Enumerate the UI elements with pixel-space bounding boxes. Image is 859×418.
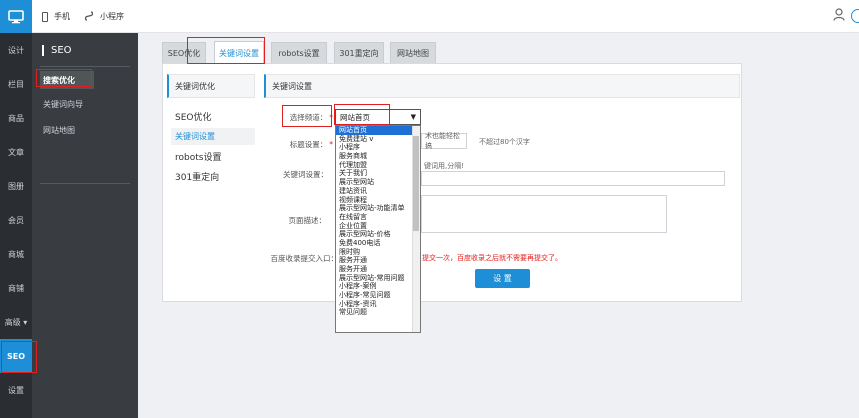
keyword-hint: 键词用,分隔! <box>424 162 465 170</box>
dropdown-option[interactable]: 企业位置 <box>336 222 420 231</box>
panel-left-menu: 关键词优化 SEO优化 关键词设置 robots设置 301重定向 <box>167 74 255 183</box>
keyword-label: 关键词设置： <box>283 170 328 179</box>
panel-left-item-seo[interactable]: SEO优化 <box>171 108 211 125</box>
panel-right-form: 关键词设置 <box>264 74 740 98</box>
tab-robots-settings[interactable]: robots设置 <box>271 42 327 64</box>
subnav-divider-bottom <box>40 183 130 184</box>
baidu-submit-label: 百度收录提交入口： <box>270 254 339 263</box>
dropdown-option[interactable]: 展示型网站 <box>336 178 420 187</box>
nav-item-albums[interactable]: 图册 <box>0 169 32 203</box>
tab-keyword-settings[interactable]: 关键词设置 <box>214 41 264 65</box>
main-content: SEO优化 关键词设置 robots设置 301重定向 网站地图 关键词优化 S… <box>138 33 859 418</box>
nav-item-settings[interactable]: 设置 <box>0 373 32 407</box>
dropdown-option[interactable]: 服务商城 <box>336 152 420 161</box>
monitor-icon[interactable] <box>0 0 32 33</box>
panel-left-item-301[interactable]: 301重定向 <box>171 168 219 185</box>
dropdown-option[interactable]: 小程序-常见问题 <box>336 291 420 300</box>
dropdown-option[interactable]: 视频课程 <box>336 196 420 205</box>
panel-right-header: 关键词设置 <box>264 74 740 98</box>
nav-item-advanced[interactable]: 高级 ▾ <box>0 305 32 339</box>
dropdown-option[interactable]: 展示型网站-常用问题 <box>336 274 420 283</box>
channel-label: 选择频道： * <box>289 113 333 122</box>
help-icon[interactable] <box>851 8 859 23</box>
dropdown-option[interactable]: 常见问题 <box>336 308 420 317</box>
keyword-input[interactable] <box>421 171 725 186</box>
phone-icon <box>42 11 48 22</box>
mini-program-icon <box>84 10 94 23</box>
tab-seo-optimization[interactable]: SEO优化 <box>162 42 206 64</box>
channel-dropdown[interactable]: 网站首页 免费建站 v 小程序 服务商城 代理加盟 关于我们 展示型网站 建站资… <box>335 125 421 333</box>
tab-sitemap[interactable]: 网站地图 <box>390 42 436 64</box>
title-input[interactable]: 术也能轻松搞 <box>421 132 467 150</box>
subnav-item-search-optimization[interactable]: 搜索优化 <box>40 71 94 89</box>
dropdown-option[interactable]: 建站资讯 <box>336 187 420 196</box>
dropdown-option[interactable]: 展示型网站-功能清单 <box>336 204 420 213</box>
subnav-item-keyword-wizard[interactable]: 关键词向导 <box>40 95 83 113</box>
tab-mobile[interactable]: 手机 <box>42 0 70 33</box>
nav-item-members[interactable]: 会员 <box>0 203 32 237</box>
dropdown-option[interactable]: 免费400电话 <box>336 239 420 248</box>
main-nav: 设计 栏目 商品 文章 图册 会员 商城 商铺 高级 ▾ SEO 设置 <box>0 33 32 418</box>
description-textarea[interactable] <box>421 195 667 233</box>
chevron-down-icon: ▼ <box>410 113 416 121</box>
title-label: 标题设置： * <box>289 140 333 149</box>
nav-item-design[interactable]: 设计 <box>0 33 32 67</box>
dropdown-option[interactable]: 小程序-案例 <box>336 282 420 291</box>
nav-item-seo[interactable]: SEO <box>0 339 32 373</box>
user-icon[interactable] <box>833 8 845 23</box>
dropdown-option[interactable]: 代理加盟 <box>336 161 420 170</box>
dropdown-option[interactable]: 在线留言 <box>336 213 420 222</box>
nav-item-mall[interactable]: 商城 <box>0 237 32 271</box>
dropdown-scrollbar[interactable] <box>412 126 420 332</box>
tab-301-redirect[interactable]: 301重定向 <box>334 42 384 64</box>
channel-select[interactable]: 网站首页 ▼ <box>335 109 421 125</box>
submit-button[interactable]: 设 置 <box>475 269 530 288</box>
title-hint: 不超过80个汉字 <box>479 138 530 146</box>
dropdown-option[interactable]: 服务开通 <box>336 256 420 265</box>
dropdown-option[interactable]: 展示型网站-价格 <box>336 230 420 239</box>
subnav-divider <box>40 66 130 67</box>
nav-item-articles[interactable]: 文章 <box>0 135 32 169</box>
baidu-submit-hint: 提交一次，百度收录之后就不需要再提交了。 <box>422 254 562 262</box>
description-label: 页面描述： <box>288 216 327 225</box>
nav-item-products[interactable]: 商品 <box>0 101 32 135</box>
scrollbar-thumb[interactable] <box>413 136 419 231</box>
panel-left-item-robots[interactable]: robots设置 <box>171 148 221 165</box>
dropdown-option[interactable]: 小程序 <box>336 143 420 152</box>
tab-mini-program[interactable]: 小程序 <box>84 0 124 33</box>
subnav-title: SEO <box>42 45 72 56</box>
nav-item-shops[interactable]: 商铺 <box>0 271 32 305</box>
subnav-item-sitemap[interactable]: 网站地图 <box>40 121 75 139</box>
dropdown-option[interactable]: 服务开通 <box>336 265 420 274</box>
dropdown-option[interactable]: 关于我们 <box>336 169 420 178</box>
top-bar: 手机 小程序 <box>0 0 859 33</box>
panel-left-item-keywords[interactable]: 关键词设置 <box>171 128 255 145</box>
sub-nav: SEO 搜索优化 关键词向导 网站地图 <box>32 33 138 418</box>
panel-left-header: 关键词优化 <box>167 74 255 98</box>
dropdown-option[interactable]: 小程序-资讯 <box>336 300 420 309</box>
dropdown-option[interactable]: 网站首页 <box>336 126 420 135</box>
dropdown-option[interactable]: 限时购 <box>336 248 420 257</box>
nav-item-column[interactable]: 栏目 <box>0 67 32 101</box>
dropdown-option[interactable]: 免费建站 v <box>336 135 420 144</box>
